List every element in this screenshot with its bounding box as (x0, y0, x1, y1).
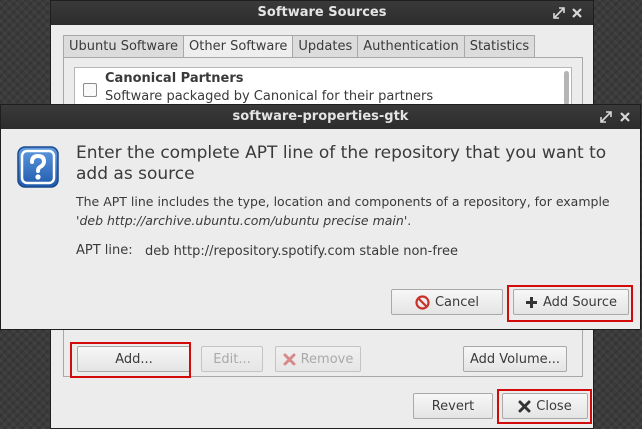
close-x-icon (518, 400, 531, 413)
tab-updates[interactable]: Updates (292, 35, 358, 58)
tab-authentication[interactable]: Authentication (357, 35, 464, 58)
revert-button[interactable]: Revert (413, 393, 493, 419)
edit-button-label: Edit... (213, 351, 251, 367)
cancel-button-label: Cancel (434, 294, 480, 310)
dialog-titlebar[interactable]: software-properties-gtk (1, 105, 640, 129)
tab-other-software[interactable]: Other Software (183, 35, 293, 58)
dialog-title: software-properties-gtk (232, 109, 409, 124)
remove-icon (283, 353, 296, 366)
close-icon[interactable] (569, 5, 585, 21)
add-source-dialog: software-properties-gtk Enter the comple… (0, 104, 641, 330)
close-icon[interactable] (617, 109, 633, 125)
tab-bar: Ubuntu Software Other Software Updates A… (63, 35, 536, 58)
question-icon (16, 145, 60, 189)
close-button[interactable]: Close (502, 393, 588, 419)
maximize-icon[interactable] (598, 109, 614, 125)
edit-button[interactable]: Edit... (201, 346, 263, 372)
example-apt-line: deb http://archive.ubuntu.com/ubuntu pre… (79, 213, 404, 228)
maximize-icon[interactable] (551, 5, 567, 21)
tab-ubuntu-software[interactable]: Ubuntu Software (63, 35, 184, 58)
close-button-label: Close (536, 398, 572, 414)
add-source-button[interactable]: Add Source (513, 289, 629, 315)
cancel-button[interactable]: Cancel (391, 289, 503, 315)
plus-icon (525, 296, 538, 309)
apt-line-label: APT line: (76, 243, 133, 258)
list-scrollbar[interactable] (564, 71, 569, 105)
source-title: Canonical Partners (105, 71, 244, 86)
cancel-icon (415, 294, 430, 310)
description-text: The APT line includes the type, location… (76, 194, 610, 209)
add-source-button-label: Add Source (543, 294, 617, 310)
add-volume-button-label: Add Volume... (469, 351, 561, 367)
remove-button-label: Remove (300, 351, 354, 367)
add-volume-button[interactable]: Add Volume... (463, 346, 567, 372)
example-quote-close: '. (403, 213, 412, 228)
remove-button[interactable]: Remove (275, 346, 361, 372)
software-sources-titlebar[interactable]: Software Sources (51, 1, 593, 25)
add-button[interactable]: Add... (77, 346, 191, 372)
dialog-heading: Enter the complete APT line of the repos… (76, 143, 607, 184)
source-checkbox[interactable] (83, 83, 97, 97)
add-button-label: Add... (115, 351, 153, 367)
tab-statistics[interactable]: Statistics (463, 35, 536, 58)
dialog-description: The APT line includes the type, location… (76, 192, 636, 230)
source-description: Software packaged by Canonical for their… (105, 89, 434, 104)
revert-button-label: Revert (431, 398, 475, 414)
window-title: Software Sources (257, 5, 387, 20)
apt-line-input[interactable] (139, 238, 634, 265)
